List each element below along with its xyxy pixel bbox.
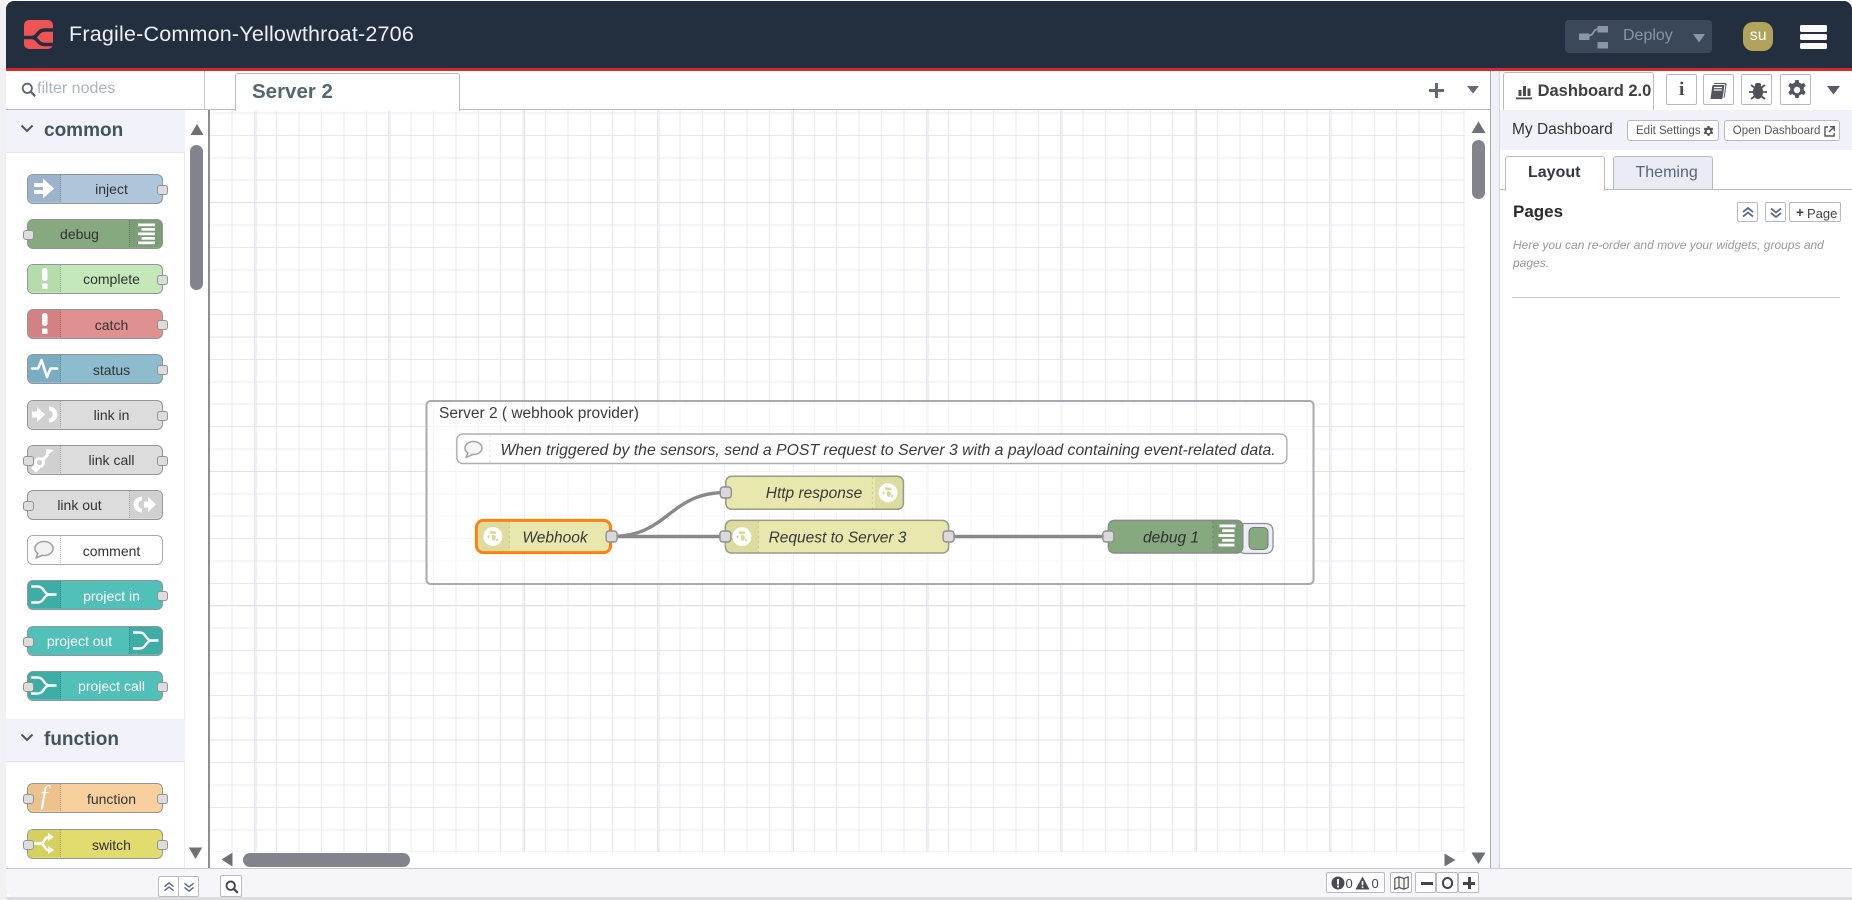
svg-text:f: f <box>40 784 51 810</box>
svg-text:When triggered by the sensors,: When triggered by the sensors, send a PO… <box>500 442 1275 459</box>
svg-text:Webhook: Webhook <box>522 529 588 546</box>
svg-text:Request to Server 3: Request to Server 3 <box>769 529 907 546</box>
svg-text:debug 1: debug 1 <box>1143 529 1199 546</box>
svg-text:Server 2 ( webhook provider): Server 2 ( webhook provider) <box>439 405 639 422</box>
svg-text:Http response: Http response <box>766 485 863 502</box>
